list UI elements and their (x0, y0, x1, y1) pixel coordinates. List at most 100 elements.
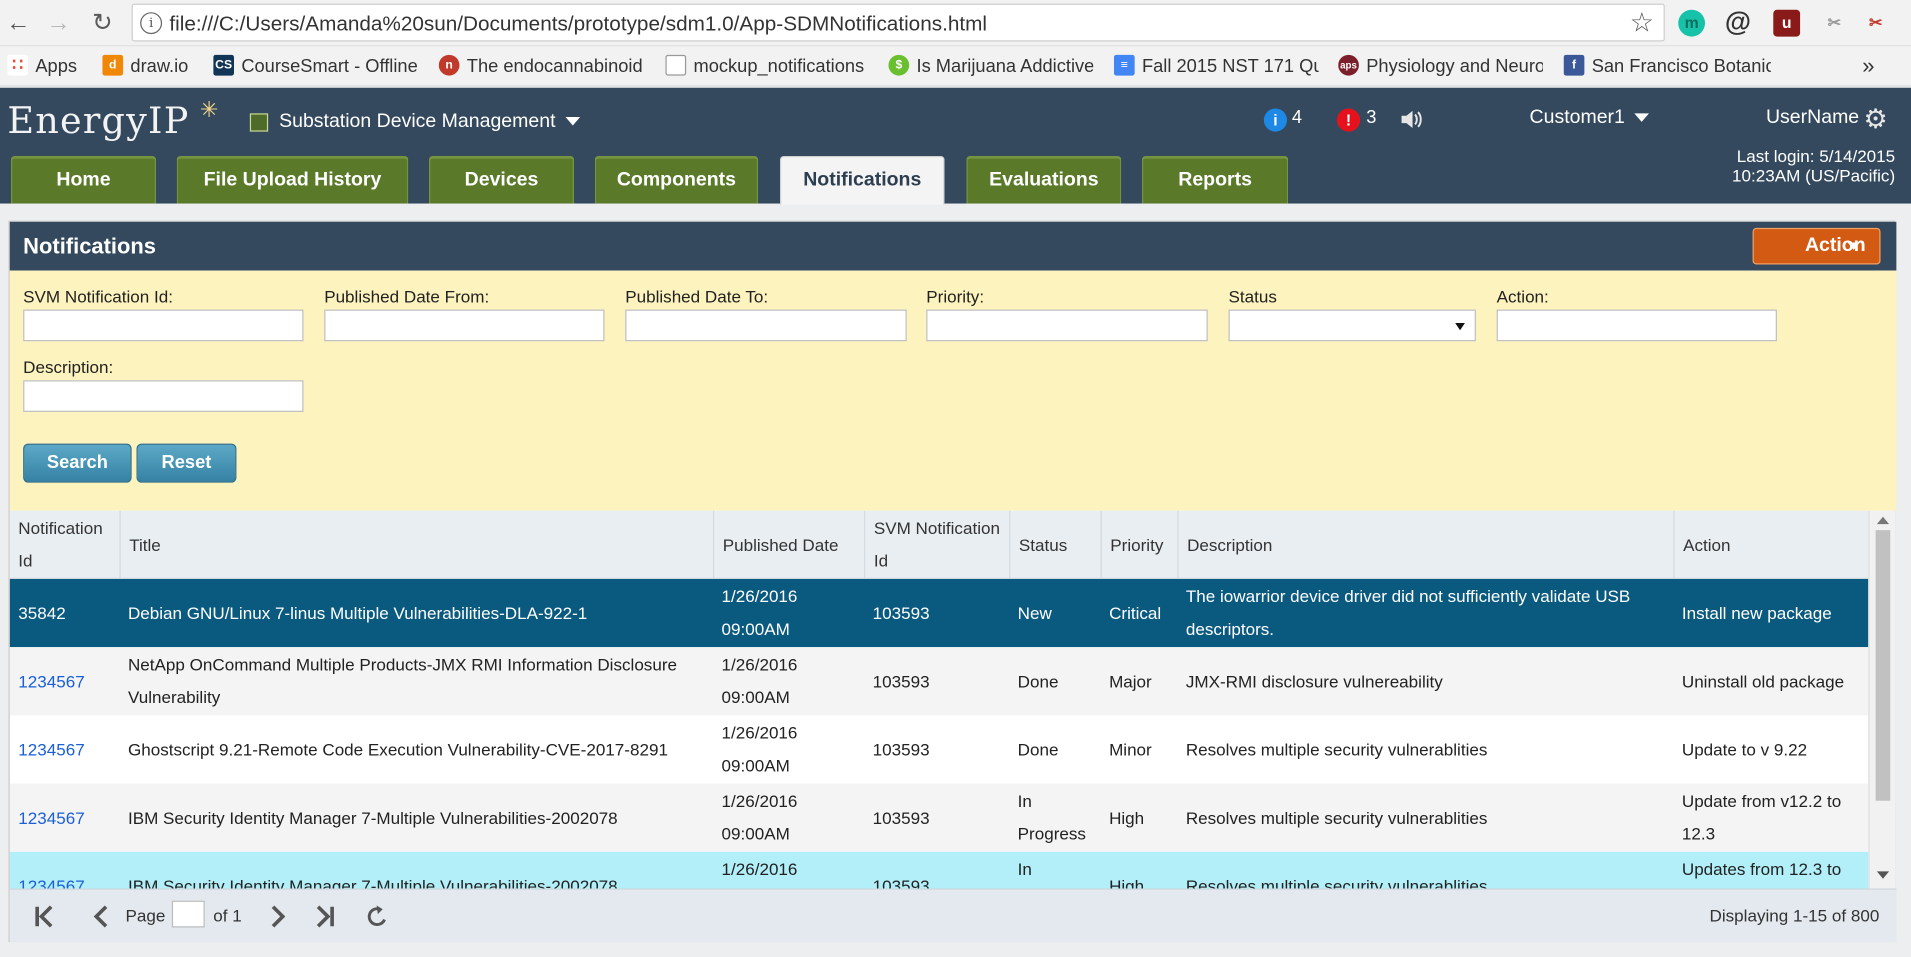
tab-file-upload-history[interactable]: File Upload History (176, 156, 409, 204)
col-published-date[interactable]: Published Date (712, 510, 864, 579)
ublock-icon[interactable]: u (1773, 9, 1801, 37)
refresh-icon[interactable] (366, 904, 390, 928)
tab-home[interactable]: Home (10, 156, 156, 204)
date-to-input[interactable] (625, 309, 907, 342)
customer-selector[interactable]: Customer1 (1530, 107, 1650, 129)
notifications-panel: Notifications Action SVM Notification Id… (8, 220, 1897, 943)
bookmark-endocannabinoid[interactable]: n The endocannabinoid (438, 46, 646, 86)
bookmark-drawio[interactable]: d draw.io (102, 46, 200, 86)
cell-id-link[interactable]: 1234567 (10, 784, 120, 852)
col-action[interactable]: Action (1673, 510, 1868, 579)
priority-input[interactable] (926, 309, 1208, 342)
alert-icon[interactable]: ! (1336, 108, 1361, 132)
cell-id-link[interactable]: 1234567 (10, 852, 120, 889)
back-arrow-icon[interactable]: ← (4, 9, 33, 38)
svm-id-input[interactable] (23, 309, 304, 342)
col-title[interactable]: Title (119, 510, 713, 579)
logo-sun-icon: ✳ (199, 97, 219, 122)
next-page-icon[interactable] (266, 904, 290, 928)
drawio-icon: d (102, 54, 124, 75)
col-description[interactable]: Description (1177, 510, 1673, 579)
col-status[interactable]: Status (1009, 510, 1100, 579)
tab-reports[interactable]: Reports (1141, 156, 1289, 204)
scroll-up-arrow-icon[interactable] (1876, 516, 1890, 525)
action-menu-button[interactable]: Action (1752, 227, 1881, 265)
bookmark-mockup[interactable]: mockup_notifications (665, 46, 867, 86)
address-bar[interactable]: i file:///C:/Users/Amanda%20sun/Document… (131, 3, 1665, 42)
table-row[interactable]: 1234567 IBM Security Identity Manager 7-… (9, 783, 1869, 852)
table-scrollbar[interactable] (1868, 510, 1896, 889)
bookmark-nst171[interactable]: ≡ Fall 2015 NST 171 Qu (1113, 46, 1319, 86)
speaker-icon[interactable] (1399, 107, 1423, 131)
forward-arrow-icon[interactable]: → (44, 9, 73, 38)
cell-title: NetApp OnCommand Multiple Products-JMX R… (127, 654, 678, 707)
description-input[interactable] (23, 380, 304, 412)
app-selector[interactable]: Substation Device Management (279, 111, 580, 133)
username[interactable]: UserName (1766, 107, 1859, 129)
date-from-input[interactable] (324, 309, 605, 342)
cell-svm-id: 103593 (872, 670, 930, 691)
cell-description: Resolves multiple security vulnerablitie… (1185, 875, 1488, 889)
tab-evaluations[interactable]: Evaluations (966, 156, 1122, 204)
tab-components[interactable]: Components (594, 156, 759, 204)
reset-button[interactable]: Reset (136, 443, 237, 483)
action-filter-label: Action: (1496, 286, 1549, 306)
facebook-icon: f (1563, 54, 1585, 75)
bookmark-botanic[interactable]: f San Francisco Botanic (1563, 46, 1771, 86)
bookmark-label: The endocannabinoid (466, 56, 643, 77)
cell-action: Uninstall old package (1681, 670, 1845, 691)
cell-status: Done (1017, 739, 1059, 759)
scrollbar-thumb[interactable] (1875, 530, 1891, 801)
display-count: Displaying 1-15 of 800 (1709, 905, 1880, 926)
cell-description: Resolves multiple security vulnerablitie… (1185, 807, 1488, 827)
table-row[interactable]: 1234567 Ghostscript 9.21-Remote Code Exe… (10, 715, 1869, 783)
last-page-icon[interactable] (313, 904, 337, 928)
info-icon[interactable]: i (1263, 108, 1287, 132)
cell-id[interactable]: 35842 (10, 579, 120, 647)
bookmark-apps[interactable]: ∷ Apps (7, 46, 77, 86)
action-filter-input[interactable] (1496, 309, 1777, 342)
dropdown-arrow-icon (1455, 322, 1465, 331)
bookmark-label: Is Marijuana Addictive (916, 56, 1094, 77)
cell-priority: Major (1109, 670, 1152, 691)
bookmark-star-icon[interactable]: ☆ (1630, 7, 1654, 39)
table-row[interactable]: 1234567 NetApp OnCommand Multiple Produc… (9, 647, 1869, 716)
cell-date: 1/26/2016 09:00AM (721, 586, 798, 639)
search-button[interactable]: Search (23, 443, 132, 483)
scroll-down-arrow-icon[interactable] (1876, 871, 1890, 879)
first-page-icon[interactable] (32, 904, 56, 928)
cell-date: 1/26/2016 09:00AM (721, 859, 798, 879)
cell-id-link[interactable]: 1234567 (10, 647, 120, 715)
col-notification-id[interactable]: Notification Id (10, 511, 120, 579)
col-svm-notification-id[interactable]: SVM Notification Id (864, 510, 1009, 579)
reload-icon[interactable]: ↻ (88, 9, 117, 38)
previous-page-icon[interactable] (89, 904, 113, 928)
extension-m-icon[interactable]: m (1678, 9, 1706, 37)
tab-notifications[interactable]: Notifications (780, 156, 945, 205)
table-row[interactable]: 1234567 IBM Security Identity Manager 7-… (9, 851, 1869, 889)
cell-title: IBM Security Identity Manager 7-Multiple… (127, 807, 618, 827)
address-url[interactable]: file:///C:/Users/Amanda%20sun/Documents/… (169, 12, 987, 36)
bookmark-marijuana[interactable]: $ Is Marijuana Addictive (888, 46, 1093, 86)
extension-scissors-red-icon[interactable]: ✂ (1862, 10, 1889, 37)
tab-devices[interactable]: Devices (429, 156, 575, 204)
cell-id-link[interactable]: 1234567 (10, 715, 120, 783)
status-label: Status (1228, 286, 1277, 306)
gear-icon[interactable]: ⚙ (1863, 104, 1887, 136)
cell-description: Resolves multiple security vulnerablitie… (1185, 739, 1488, 759)
bookmark-physiology[interactable]: aps Physiology and Neuro (1338, 46, 1543, 86)
bookmark-overflow[interactable]: » (1862, 46, 1874, 86)
page-number-input[interactable] (171, 900, 205, 928)
site-info-icon[interactable]: i (140, 12, 163, 35)
col-priority[interactable]: Priority (1100, 510, 1178, 579)
status-select[interactable] (1228, 309, 1476, 342)
svm-id-label: SVM Notification Id: (23, 286, 173, 306)
extension-scissors-icon[interactable]: ✂ (1821, 10, 1848, 37)
extension-at-icon[interactable]: @ (1725, 8, 1752, 37)
filter-form: SVM Notification Id: Published Date From… (9, 270, 1897, 511)
cell-svm-id: 103593 (872, 602, 930, 623)
bookmark-label: Apps (35, 56, 78, 77)
table-row[interactable]: 35842 Debian GNU/Linux 7-linus Multiple … (9, 578, 1869, 648)
cell-description: The iowarrior device driver did not suff… (1185, 586, 1631, 639)
bookmark-coursesmart[interactable]: CS CourseSmart - Offline (213, 46, 418, 86)
